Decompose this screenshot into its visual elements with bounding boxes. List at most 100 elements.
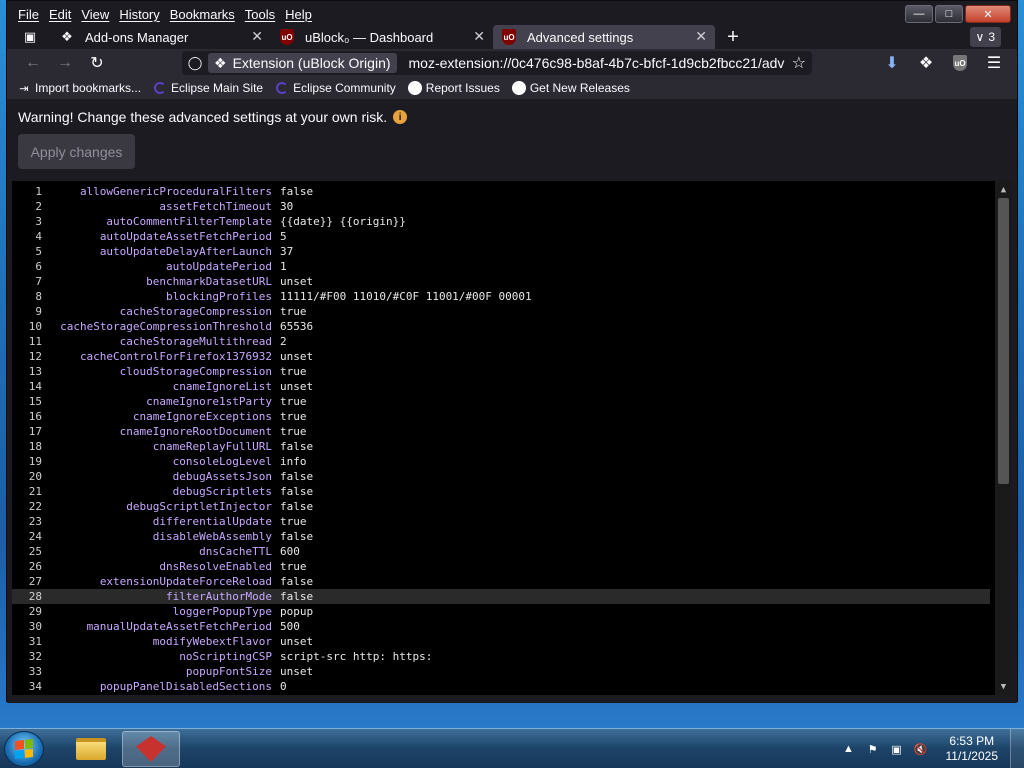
editor-scrollbar[interactable]: ▲ ▼ xyxy=(995,181,1012,695)
setting-value[interactable]: true xyxy=(280,305,307,318)
menu-file[interactable]: File xyxy=(13,1,44,27)
settings-line[interactable]: 6 autoUpdatePeriod 1 xyxy=(12,259,990,274)
settings-line[interactable]: 3 autoCommentFilterTemplate {{date}} {{ori… xyxy=(12,214,990,229)
setting-value[interactable]: 500 xyxy=(280,620,300,633)
clock[interactable]: 6:53 PM 11/1/2025 xyxy=(946,734,999,764)
settings-line[interactable]: 31 modifyWebextFlavor unset xyxy=(12,634,990,649)
setting-value[interactable]: false xyxy=(280,500,313,513)
settings-line[interactable]: 25 dnsCacheTTL 600 xyxy=(12,544,990,559)
settings-line[interactable]: 22 debugScriptletInjector false xyxy=(12,499,990,514)
setting-value[interactable]: true xyxy=(280,560,307,573)
setting-value[interactable]: false xyxy=(280,575,313,588)
start-button[interactable] xyxy=(4,731,44,767)
settings-line[interactable]: 4 autoUpdateAssetFetchPeriod 5 xyxy=(12,229,990,244)
scroll-thumb[interactable] xyxy=(998,198,1009,484)
settings-line[interactable]: 26 dnsResolveEnabled true xyxy=(12,559,990,574)
setting-value[interactable]: popup xyxy=(280,605,313,618)
settings-line[interactable]: 15 cnameIgnore1stParty true xyxy=(12,394,990,409)
setting-value[interactable]: false xyxy=(280,470,313,483)
settings-line[interactable]: 27 extensionUpdateForceReload false xyxy=(12,574,990,589)
reload-button[interactable]: ↻ xyxy=(81,49,113,77)
shield-icon[interactable]: ◯ xyxy=(182,55,208,71)
setting-value[interactable]: true xyxy=(280,365,307,378)
settings-line[interactable]: 9 cacheStorageCompression true xyxy=(12,304,990,319)
settings-line[interactable]: 34 popupPanelDisabledSections 0 xyxy=(12,679,990,694)
setting-value[interactable]: unset xyxy=(280,275,313,288)
close-icon[interactable]: ✕ xyxy=(473,28,485,45)
settings-line[interactable]: 16 cnameIgnoreExceptions true xyxy=(12,409,990,424)
settings-line[interactable]: 23 differentialUpdate true xyxy=(12,514,990,529)
settings-line[interactable]: 19 consoleLogLevel info xyxy=(12,454,990,469)
bookmark-eclipse-community[interactable]: Eclipse Community xyxy=(275,81,396,95)
taskbar-explorer[interactable] xyxy=(62,731,120,767)
hamburger-menu-icon[interactable]: ☰ xyxy=(983,49,1005,77)
settings-line[interactable]: 14 cnameIgnoreList unset xyxy=(12,379,990,394)
setting-value[interactable]: 30 xyxy=(280,200,293,213)
new-tab-button[interactable]: + xyxy=(719,26,747,49)
setting-value[interactable]: 2 xyxy=(280,335,287,348)
settings-line[interactable]: 2 assetFetchTimeout 30 xyxy=(12,199,990,214)
setting-value[interactable]: 1 xyxy=(280,260,287,273)
tab-addons-manager[interactable]: ❖ Add-ons Manager ✕ xyxy=(51,25,271,49)
extensions-icon[interactable]: ❖ xyxy=(915,49,937,77)
setting-value[interactable]: false xyxy=(280,530,313,543)
setting-value[interactable]: unset xyxy=(280,635,313,648)
volume-muted-icon[interactable]: 🔇 xyxy=(914,742,928,756)
settings-line[interactable]: 28 filterAuthorMode false xyxy=(12,589,990,604)
close-window-button[interactable]: ✕ xyxy=(965,5,1011,23)
show-hidden-icons-icon[interactable]: ▲ xyxy=(842,742,856,756)
setting-value[interactable]: 37 xyxy=(280,245,293,258)
settings-line[interactable]: 12 cacheControlForFirefox1376932 unset xyxy=(12,349,990,364)
setting-value[interactable]: false xyxy=(280,485,313,498)
setting-value[interactable]: unset xyxy=(280,350,313,363)
setting-value[interactable]: 0 xyxy=(280,680,287,693)
setting-value[interactable]: true xyxy=(280,515,307,528)
info-icon[interactable]: i xyxy=(393,110,408,124)
setting-value[interactable]: true xyxy=(280,410,307,423)
firefox-view-button[interactable]: ▣ xyxy=(17,26,43,48)
identity-box[interactable]: ❖ Extension (uBlock Origin) xyxy=(208,53,397,73)
settings-line[interactable]: 33 popupFontSize unset xyxy=(12,664,990,679)
settings-line[interactable]: 32 noScriptingCSP script-src http: https: xyxy=(12,649,990,664)
settings-line[interactable]: 20 debugAssetsJson false xyxy=(12,469,990,484)
back-button[interactable]: ← xyxy=(17,49,49,77)
network-icon[interactable]: ▣ xyxy=(890,742,904,756)
setting-value[interactable]: unset xyxy=(280,665,313,678)
menu-view[interactable]: View xyxy=(76,1,114,27)
settings-line[interactable]: 29 loggerPopupType popup xyxy=(12,604,990,619)
setting-value[interactable]: true xyxy=(280,395,307,408)
close-icon[interactable]: ✕ xyxy=(695,28,707,45)
close-icon[interactable]: ✕ xyxy=(251,28,263,45)
settings-line[interactable]: 11 cacheStorageMultithread 2 xyxy=(12,334,990,349)
settings-line[interactable]: 18 cnameReplayFullURL false xyxy=(12,439,990,454)
setting-value[interactable]: script-src http: https: xyxy=(280,650,432,663)
menu-bookmarks[interactable]: Bookmarks xyxy=(165,1,240,27)
scroll-up-arrow-icon[interactable]: ▲ xyxy=(995,181,1012,198)
scroll-down-arrow-icon[interactable]: ▼ xyxy=(995,678,1012,695)
list-all-tabs-button[interactable]: ∨ 3 xyxy=(969,27,1001,47)
menu-history[interactable]: History xyxy=(114,1,164,27)
menu-tools[interactable]: Tools xyxy=(240,1,280,27)
setting-value[interactable]: 600 xyxy=(280,545,300,558)
setting-value[interactable]: unset xyxy=(280,380,313,393)
settings-line[interactable]: 21 debugScriptlets false xyxy=(12,484,990,499)
settings-editor[interactable]: 34 popupPanelDisabledSections 0 33 popupFont… xyxy=(12,181,1012,695)
tab-advanced-settings[interactable]: uO Advanced settings ✕ xyxy=(493,25,715,49)
bookmark-eclipse-main[interactable]: Eclipse Main Site xyxy=(153,81,263,95)
minimize-button[interactable]: — xyxy=(905,5,933,23)
settings-line[interactable]: 7 benchmarkDatasetURL unset xyxy=(12,274,990,289)
setting-value[interactable]: true xyxy=(280,425,307,438)
setting-value[interactable]: info xyxy=(280,455,307,468)
settings-line[interactable]: 10 cacheStorageCompressionThreshold 65536 xyxy=(12,319,990,334)
settings-line[interactable]: 13 cloudStorageCompression true xyxy=(12,364,990,379)
settings-line[interactable]: 24 disableWebAssembly false xyxy=(12,529,990,544)
taskbar-browser[interactable] xyxy=(122,731,180,767)
settings-line[interactable]: 8 blockingProfiles 11111/#F00 11010/#C0F 1… xyxy=(12,289,990,304)
url-bar[interactable]: ◯ ❖ Extension (uBlock Origin) moz-extens… xyxy=(182,51,812,75)
setting-value[interactable]: false xyxy=(280,590,313,603)
setting-value[interactable]: 11111/#F00 11010/#C0F 11001/#00F 00001 xyxy=(280,290,532,303)
setting-value[interactable]: false xyxy=(280,185,313,198)
action-center-icon[interactable]: ⚑ xyxy=(866,742,880,756)
settings-line[interactable]: 5 autoUpdateDelayAfterLaunch 37 xyxy=(12,244,990,259)
menu-edit[interactable]: Edit xyxy=(44,1,76,27)
